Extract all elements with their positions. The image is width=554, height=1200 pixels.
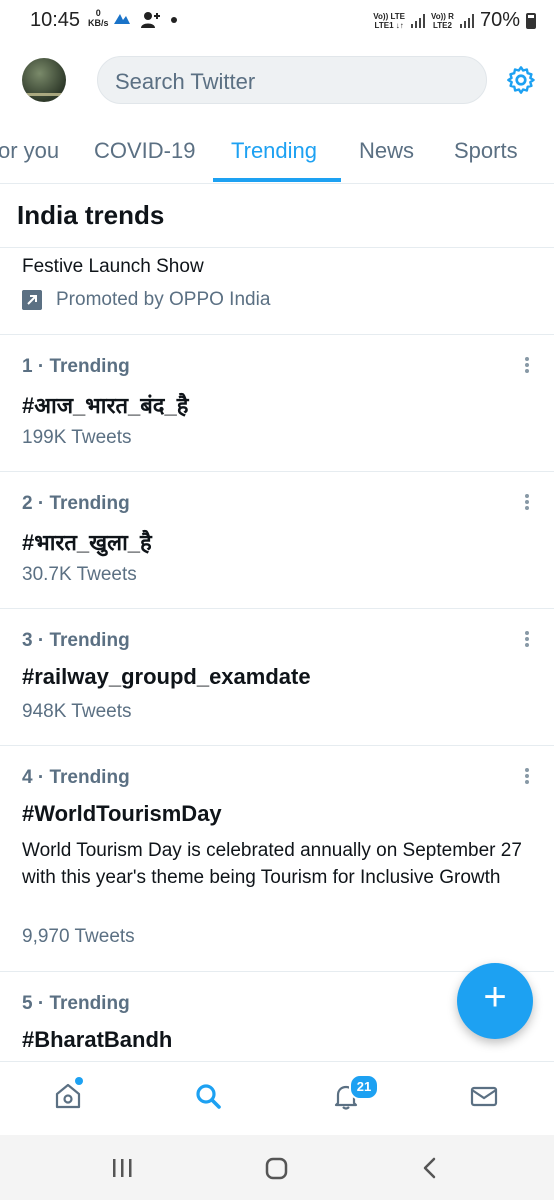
status-bar: 10:45 0 KB/s Vo)) LTE LTE1 ↓↑ Vo)) R LTE… xyxy=(0,0,554,44)
divider xyxy=(0,471,554,472)
search-input[interactable]: Search Twitter xyxy=(97,56,487,104)
status-time: 10:45 xyxy=(30,9,81,31)
active-tab-indicator xyxy=(213,178,341,182)
battery-icon xyxy=(526,12,536,29)
sim1-indicator: Vo)) LTE LTE1 ↓↑ xyxy=(373,11,405,30)
more-vertical-icon[interactable] xyxy=(516,493,538,515)
bottom-nav xyxy=(0,1061,554,1136)
battery-percent: 70% xyxy=(479,9,520,31)
trend-count: 199K Tweets xyxy=(22,427,132,448)
more-vertical-icon[interactable] xyxy=(516,767,538,789)
promoted-arrow-icon xyxy=(22,290,42,310)
trend-name: #BharatBandh xyxy=(22,1027,173,1052)
compose-tweet-button[interactable]: + xyxy=(457,963,533,1039)
more-vertical-icon[interactable] xyxy=(516,630,538,652)
mail-icon[interactable] xyxy=(468,1080,500,1112)
person-add-icon xyxy=(141,12,160,28)
trend-name: #भारत_खुला_है xyxy=(22,530,152,555)
signal-icon-2 xyxy=(459,13,474,28)
network-speed-value: 0 xyxy=(95,8,101,18)
back-icon[interactable] xyxy=(420,1156,440,1180)
trend-description: World Tourism Day is celebrated annually… xyxy=(22,840,522,888)
divider xyxy=(0,608,554,609)
trend-count: 948K Tweets xyxy=(22,701,132,722)
divider xyxy=(0,745,554,746)
network-speed: 0 KB/s xyxy=(88,8,109,28)
dot-icon xyxy=(171,17,177,23)
section-title: India trends xyxy=(17,200,165,230)
avatar[interactable] xyxy=(22,58,66,102)
trend-rank: 3 · Trending xyxy=(22,630,130,651)
trend-rank: 5 · Trending xyxy=(22,993,130,1014)
trend-rank: 4 · Trending xyxy=(22,767,130,788)
sim2-indicator: Vo)) R LTE2 xyxy=(431,11,454,30)
divider xyxy=(0,247,554,248)
status-left-icons xyxy=(112,10,178,30)
home-circle-icon[interactable] xyxy=(264,1156,290,1180)
network-speed-unit: KB/s xyxy=(88,18,109,28)
explore-tabs: or you COVID-19 Trending News Sports xyxy=(0,128,554,184)
tab-covid-19[interactable]: COVID-19 xyxy=(94,138,195,164)
divider xyxy=(0,334,554,335)
trend-count: 30.7K Tweets xyxy=(22,564,137,585)
promoted-title: Festive Launch Show xyxy=(22,256,204,277)
tab-trending[interactable]: Trending xyxy=(231,138,317,164)
trend-name: #railway_groupd_examdate xyxy=(22,664,311,689)
signal-icon xyxy=(411,13,425,28)
promoted-by-label: Promoted by OPPO India xyxy=(56,289,271,310)
trend-count: 9,970 Tweets xyxy=(22,926,135,947)
tab-sports[interactable]: Sports xyxy=(454,138,518,164)
search-placeholder: Search Twitter xyxy=(115,69,256,94)
system-nav-bar xyxy=(0,1135,554,1200)
cloud-app-icon xyxy=(114,14,130,24)
plus-icon: + xyxy=(483,975,507,1019)
trend-rank: 2 · Trending xyxy=(22,493,130,514)
status-right: Vo)) LTE LTE1 ↓↑ Vo)) R LTE2 70% xyxy=(373,9,536,32)
more-vertical-icon[interactable] xyxy=(516,356,538,378)
home-new-indicator xyxy=(75,1077,83,1085)
promoted-by: Promoted by OPPO India xyxy=(22,289,270,311)
tab-for-you[interactable]: or you xyxy=(0,138,59,164)
trend-name: #WorldTourismDay xyxy=(22,801,222,826)
trend-name: #आज_भारत_बंद_है xyxy=(22,393,189,418)
tab-news[interactable]: News xyxy=(359,138,414,164)
recents-icon[interactable] xyxy=(110,1157,134,1179)
trend-rank: 1 · Trending xyxy=(22,356,130,377)
gear-icon[interactable] xyxy=(505,64,537,96)
search-icon[interactable] xyxy=(192,1080,224,1112)
notifications-badge: 21 xyxy=(349,1074,379,1100)
